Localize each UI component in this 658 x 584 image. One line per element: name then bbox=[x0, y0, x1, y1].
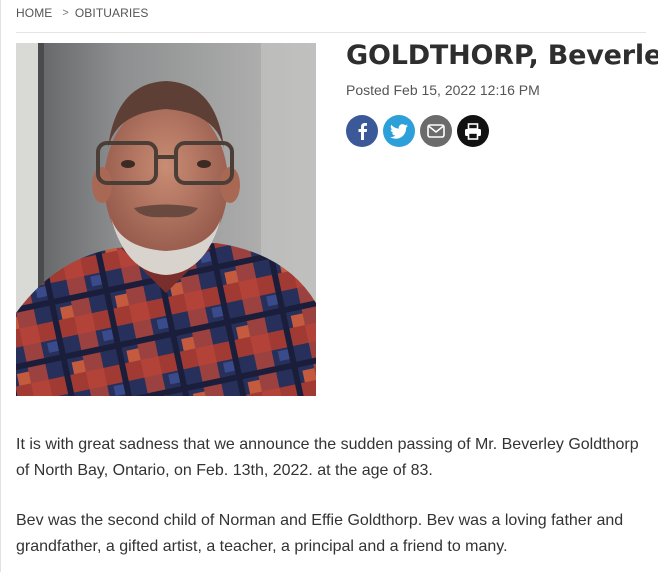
header-divider bbox=[16, 32, 646, 33]
facebook-share-button[interactable] bbox=[346, 115, 378, 147]
share-buttons bbox=[346, 115, 489, 147]
article-paragraph: Bev was the second child of Norman and E… bbox=[16, 512, 624, 555]
twitter-icon bbox=[390, 123, 408, 139]
page-left-border bbox=[0, 0, 1, 572]
article-body: It is with great sadness that we announc… bbox=[16, 432, 646, 584]
posted-date: Posted Feb 15, 2022 12:16 PM bbox=[346, 82, 540, 98]
envelope-icon bbox=[427, 124, 445, 138]
breadcrumb: HOME > OBITUARIES bbox=[16, 6, 149, 20]
facebook-icon bbox=[358, 123, 368, 140]
breadcrumb-obituaries-link[interactable]: OBITUARIES bbox=[75, 6, 149, 20]
breadcrumb-home-link[interactable]: HOME bbox=[16, 6, 52, 20]
print-button[interactable] bbox=[457, 115, 489, 147]
twitter-share-button[interactable] bbox=[383, 115, 415, 147]
article-paragraph: It is with great sadness that we announc… bbox=[16, 436, 639, 479]
printer-icon bbox=[465, 122, 481, 140]
email-share-button[interactable] bbox=[420, 115, 452, 147]
obituary-photo bbox=[16, 43, 316, 396]
breadcrumb-separator: > bbox=[62, 7, 69, 19]
page-title: GOLDTHORP, Beverley bbox=[346, 40, 658, 71]
